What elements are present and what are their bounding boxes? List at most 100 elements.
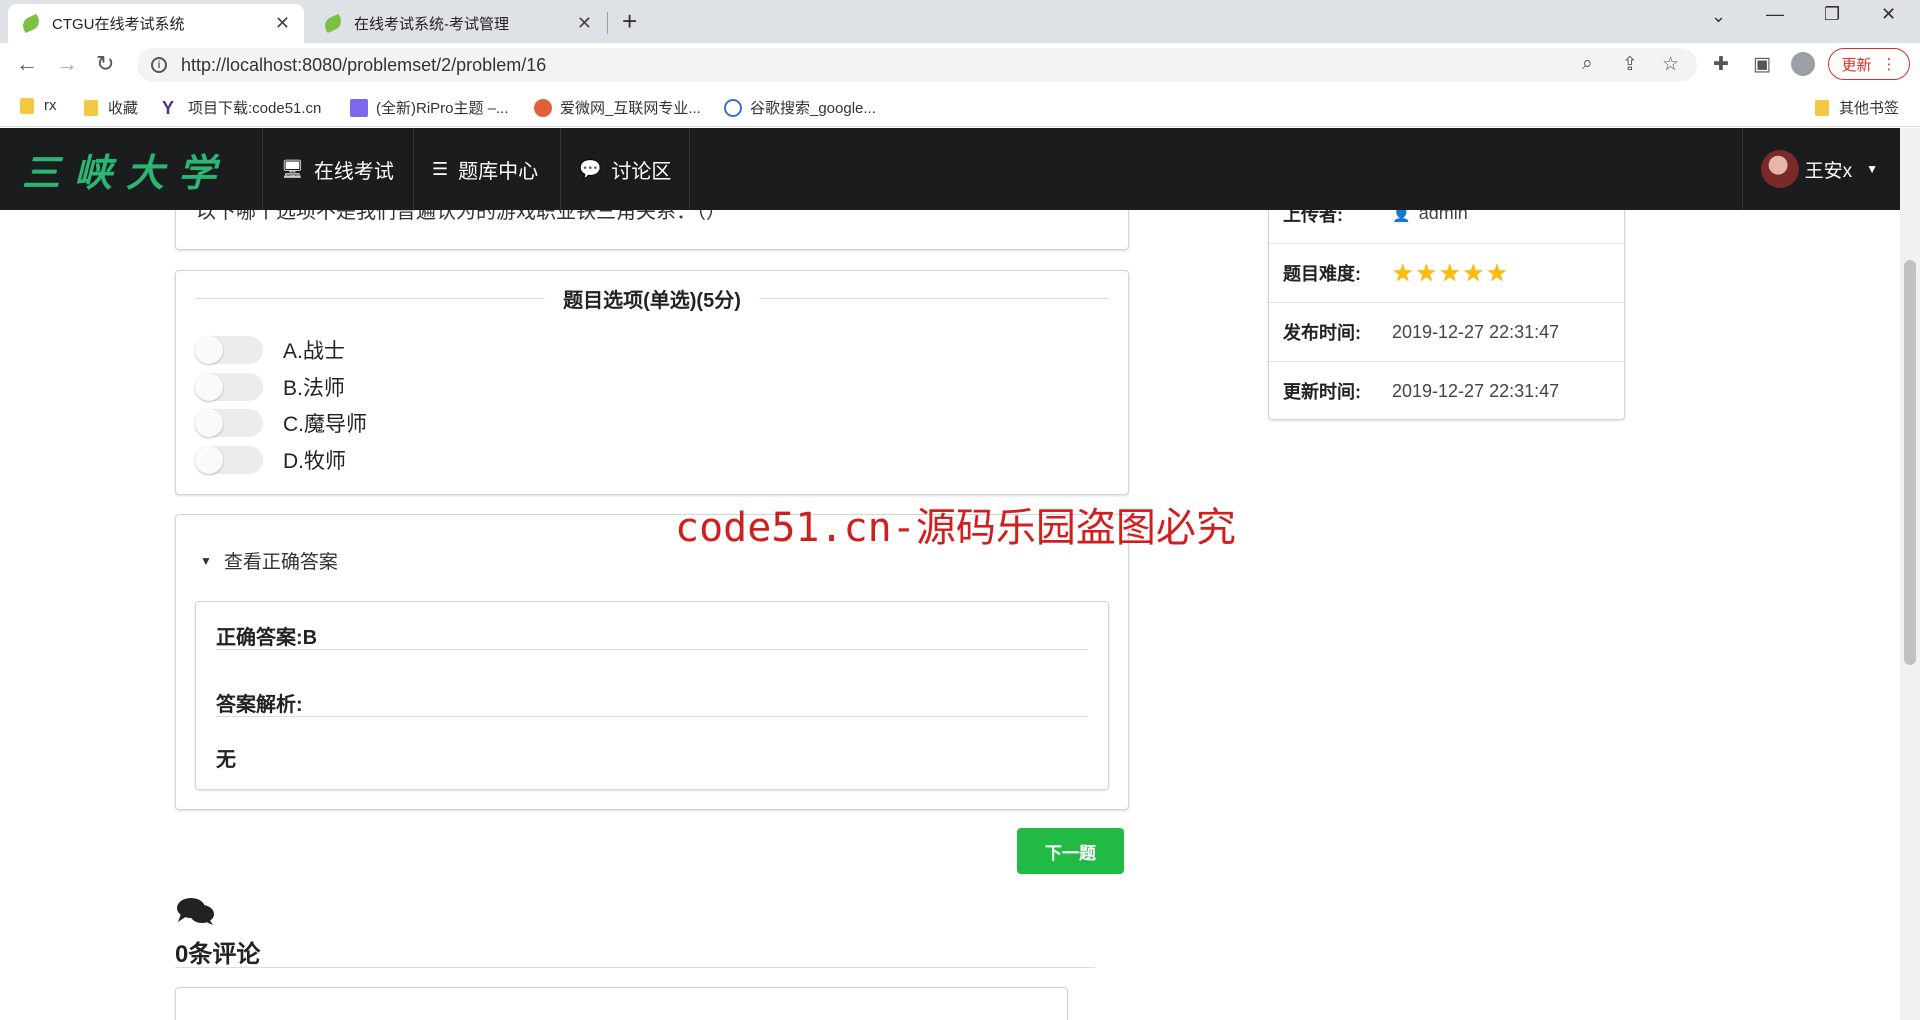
analysis-text: 无 xyxy=(216,749,236,771)
browser-tab-strip: CTGU在线考试系统 ✕ 在线考试系统-考试管理 ✕ + ⌄ — ❐ ✕ xyxy=(0,0,1920,43)
folder-icon xyxy=(84,99,98,116)
option-d[interactable]: D.牧师 xyxy=(195,445,346,475)
info-row-update: 更新时间: 2019-12-27 22:31:47 xyxy=(1269,361,1624,420)
profile-avatar-icon[interactable] xyxy=(1791,52,1815,76)
show-answer-toggle[interactable]: ▼ 查看正确答案 xyxy=(200,547,338,574)
update-button[interactable]: 更新 ⋮ xyxy=(1828,48,1910,80)
reload-icon[interactable]: ↻ xyxy=(96,51,114,77)
option-a[interactable]: A.战士 xyxy=(195,335,345,365)
scrollbar-thumb[interactable] xyxy=(1904,260,1916,665)
restore-icon[interactable]: ❐ xyxy=(1824,4,1840,25)
browser-tab[interactable]: 在线考试系统-考试管理 ✕ xyxy=(310,4,606,43)
user-name: 王安x xyxy=(1804,160,1853,182)
next-question-button[interactable]: 下一题 xyxy=(1017,828,1124,874)
info-value: 2019-12-27 22:31:47 xyxy=(1392,321,1560,342)
university-logo[interactable]: 三峡大学 xyxy=(22,142,230,197)
bookmark-item[interactable]: 收藏 xyxy=(84,97,138,118)
bookmark-item[interactable]: 谷歌搜索_google... xyxy=(724,97,876,118)
radio-toggle[interactable] xyxy=(195,409,263,437)
update-label: 更新 xyxy=(1841,56,1872,74)
star-bookmark-icon[interactable]: ☆ xyxy=(1662,53,1679,76)
avatar xyxy=(1760,150,1799,188)
radio-toggle[interactable] xyxy=(195,336,263,364)
nav-question-bank[interactable]: ☰ 题库中心 xyxy=(413,128,556,210)
tab-search-chevron-icon[interactable]: ⌄ xyxy=(1711,6,1726,27)
nav-label: 讨论区 xyxy=(611,160,672,183)
tab-separator xyxy=(607,12,608,34)
bookmark-item[interactable]: Y 项目下载:code51.cn xyxy=(162,97,321,118)
divider-wrap: 题目选项(单选)(5分) xyxy=(0,284,1304,313)
info-key: 发布时间: xyxy=(1283,323,1361,343)
tab-title: 在线考试系统-考试管理 xyxy=(354,16,509,33)
star-icon: ★ xyxy=(1462,259,1485,287)
tab-title: CTGU在线考试系统 xyxy=(52,16,185,33)
user-menu[interactable]: 王安x ▼ xyxy=(1741,128,1878,210)
option-label: D.牧师 xyxy=(283,450,346,473)
nav-label: 题库中心 xyxy=(458,160,539,183)
star-icon: ★ xyxy=(1392,259,1414,287)
other-bookmarks[interactable]: 其他书签 xyxy=(1815,97,1899,118)
options-title: 题目选项(单选)(5分) xyxy=(545,290,759,312)
info-key: 更新时间: xyxy=(1283,382,1361,402)
aiwei-icon xyxy=(534,98,552,117)
site-info-icon[interactable]: i xyxy=(151,57,167,73)
list-icon: ☰ xyxy=(432,158,449,179)
forward-arrow-icon[interactable]: → xyxy=(56,51,78,77)
extensions-puzzle-icon[interactable]: ✚ xyxy=(1713,53,1729,76)
address-bar[interactable]: i http://localhost:8080/problemset/2/pro… xyxy=(137,48,1697,82)
bookmark-item[interactable]: (全新)RiPro主题 –... xyxy=(350,97,509,118)
star-icon: ★ xyxy=(1486,259,1508,287)
browser-tab-active[interactable]: CTGU在线考试系统 ✕ xyxy=(8,4,304,43)
bookmark-item[interactable]: rx xyxy=(20,97,57,114)
answer-box xyxy=(195,601,1109,790)
kebab-menu-icon[interactable]: ⋮ xyxy=(1882,55,1897,73)
correct-answer: 正确答案:B xyxy=(216,627,318,649)
info-row-publish: 发布时间: 2019-12-27 22:31:47 xyxy=(1269,302,1624,361)
comment-icon: 💬 xyxy=(579,158,602,179)
dropdown-caret-icon: ▼ xyxy=(1866,162,1878,176)
leaf-favicon-icon xyxy=(20,13,42,34)
radio-toggle[interactable] xyxy=(195,446,263,474)
comments-icon xyxy=(177,898,214,925)
option-label: B.法师 xyxy=(283,377,345,400)
divider-line xyxy=(175,967,1095,968)
folder-icon xyxy=(20,97,34,114)
option-b[interactable]: B.法师 xyxy=(195,372,345,402)
close-icon[interactable]: ✕ xyxy=(577,13,592,34)
site-navbar: 三峡大学 🖥 在线考试 ☰ 题库中心 💬 讨论区 王安x ▼ xyxy=(0,128,1900,210)
bookmark-item[interactable]: 爱微网_互联网专业... xyxy=(534,97,701,118)
back-arrow-icon[interactable]: ← xyxy=(16,51,38,77)
zoom-icon[interactable]: ⌕ xyxy=(1582,53,1593,75)
minimize-icon[interactable]: — xyxy=(1766,4,1784,25)
radio-toggle[interactable] xyxy=(195,373,263,401)
bookmark-label: 项目下载:code51.cn xyxy=(188,100,322,117)
nav-discussion[interactable]: 💬 讨论区 xyxy=(560,128,691,210)
comment-box[interactable] xyxy=(175,987,1068,1020)
caret-down-icon: ▼ xyxy=(200,553,212,568)
option-c[interactable]: C.魔导师 xyxy=(195,408,367,438)
bookmark-label: 爱微网_互联网专业... xyxy=(560,100,701,117)
side-panel-icon[interactable]: ▣ xyxy=(1753,53,1771,76)
search-360-icon xyxy=(724,98,742,117)
nav-online-exam[interactable]: 🖥 在线考试 xyxy=(262,128,412,210)
bookmarks-bar: rx 收藏 Y 项目下载:code51.cn (全新)RiPro主题 –... … xyxy=(0,87,1920,127)
close-icon[interactable]: ✕ xyxy=(275,13,290,34)
share-icon[interactable]: ⇪ xyxy=(1622,53,1638,76)
watermark-text: code51.cn-源码乐园盗图必究 xyxy=(675,505,1236,551)
bookmark-label: 谷歌搜索_google... xyxy=(750,100,876,117)
window-close-icon[interactable]: ✕ xyxy=(1881,4,1896,25)
leaf-favicon-icon xyxy=(322,13,344,34)
bookmark-label: (全新)RiPro主题 –... xyxy=(376,100,509,117)
y-logo-icon: Y xyxy=(162,97,175,118)
info-value: 2019-12-27 22:31:47 xyxy=(1392,380,1560,401)
new-tab-plus-icon[interactable]: + xyxy=(622,6,637,37)
nav-label: 在线考试 xyxy=(313,160,394,183)
option-label: C.魔导师 xyxy=(283,413,367,436)
info-row-difficulty: 题目难度: ★ ★ ★ ★ ★ xyxy=(1269,243,1624,302)
option-label: A.战士 xyxy=(283,340,345,363)
folder-icon xyxy=(1815,99,1829,116)
info-key: 题目难度: xyxy=(1283,264,1361,284)
bookmark-label: 收藏 xyxy=(108,100,139,117)
browser-toolbar: ← → ↻ i http://localhost:8080/problemset… xyxy=(0,43,1920,87)
divider-line xyxy=(216,716,1088,717)
